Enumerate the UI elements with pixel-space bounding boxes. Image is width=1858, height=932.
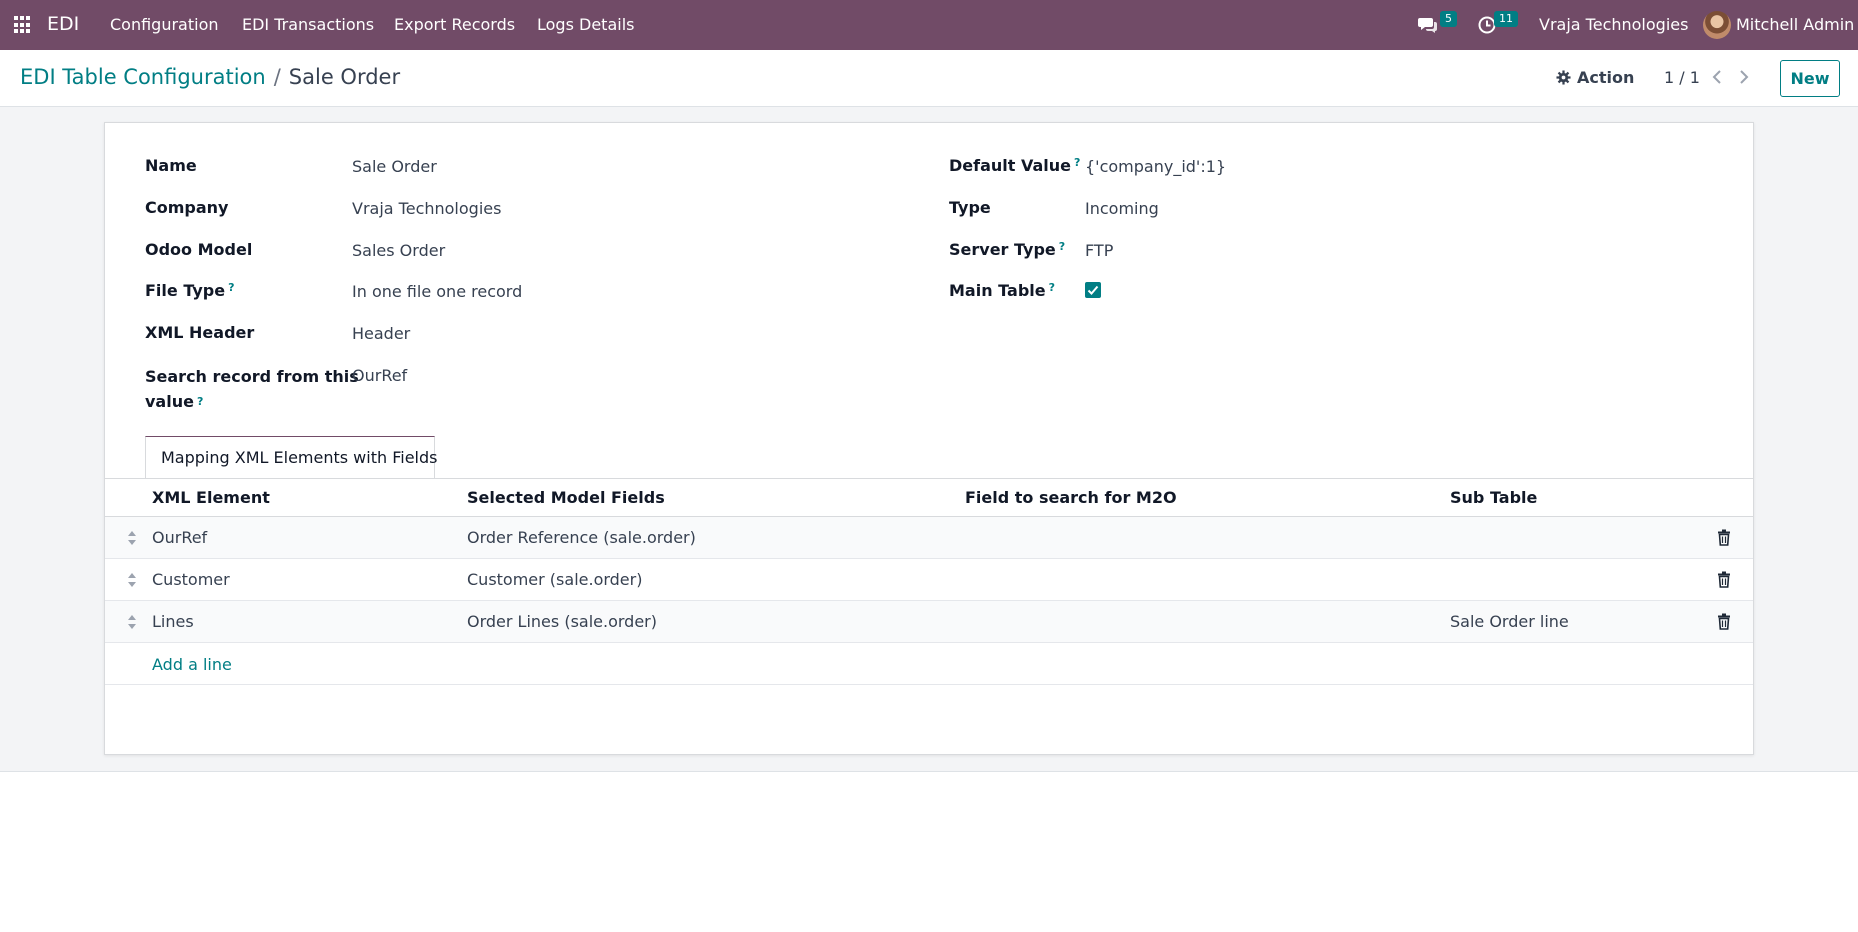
menu-configuration[interactable]: Configuration xyxy=(110,15,219,34)
odoo-model-field[interactable]: Sales Order xyxy=(352,241,445,260)
chevron-left-icon[interactable] xyxy=(1710,68,1724,86)
trash-icon[interactable] xyxy=(1717,529,1731,546)
menu-export-records[interactable]: Export Records xyxy=(394,15,515,34)
file-type-help-icon[interactable]: ? xyxy=(228,281,234,294)
top-navbar: EDI Configuration EDI Transactions Expor… xyxy=(0,0,1858,50)
name-field[interactable]: Sale Order xyxy=(352,157,437,176)
column-field-to-search-m2o[interactable]: Field to search for M2O xyxy=(965,488,1177,507)
breadcrumb-separator: / xyxy=(273,65,281,89)
menu-logs-details[interactable]: Logs Details xyxy=(537,15,634,34)
mapping-table-header: XML Element Selected Model Fields Field … xyxy=(105,479,1753,517)
activities-count-badge: 11 xyxy=(1494,11,1518,27)
company-switcher[interactable]: Vraja Technologies xyxy=(1539,15,1688,34)
main-table-label: Main Table? xyxy=(949,281,1055,300)
xml-header-label: XML Header xyxy=(145,323,255,342)
default-value-label: Default Value? xyxy=(949,156,1081,175)
table-row[interactable]: OurRef Order Reference (sale.order) xyxy=(105,517,1753,559)
messages-count-badge: 5 xyxy=(1440,11,1457,27)
server-type-field[interactable]: FTP xyxy=(1085,241,1113,260)
row-model-field[interactable]: Customer (sale.order) xyxy=(467,570,642,589)
default-value-field[interactable]: {'company_id':1} xyxy=(1085,157,1226,176)
control-panel: EDI Table Configuration / Sale Order Actio… xyxy=(0,50,1858,107)
breadcrumb-parent-link[interactable]: EDI Table Configuration xyxy=(20,65,266,89)
tab-mapping-xml-elements[interactable]: Mapping XML Elements with Fields xyxy=(145,436,437,479)
new-record-button[interactable]: New xyxy=(1780,60,1840,97)
type-label: Type xyxy=(949,198,991,217)
odoo-model-label: Odoo Model xyxy=(145,240,253,259)
action-menu-button[interactable]: Action xyxy=(1556,68,1634,87)
breadcrumb: EDI Table Configuration / Sale Order xyxy=(20,65,400,89)
pager-value[interactable]: 1 / 1 xyxy=(1664,68,1700,87)
row-model-field[interactable]: Order Lines (sale.order) xyxy=(467,612,657,631)
row-xml-element[interactable]: Customer xyxy=(152,570,230,589)
user-avatar[interactable] xyxy=(1703,11,1731,39)
type-field[interactable]: Incoming xyxy=(1085,199,1159,218)
add-line-link[interactable]: Add a line xyxy=(152,655,232,674)
company-field[interactable]: Vraja Technologies xyxy=(352,199,501,218)
column-sub-table[interactable]: Sub Table xyxy=(1450,488,1537,507)
table-row[interactable]: Lines Order Lines (sale.order) Sale Orde… xyxy=(105,601,1753,643)
checkmark-icon xyxy=(1087,285,1099,295)
drag-handle-icon[interactable] xyxy=(127,614,137,630)
main-table-help-icon[interactable]: ? xyxy=(1049,281,1055,294)
search-record-label: Search record from this value? xyxy=(145,367,359,411)
xml-header-field[interactable]: Header xyxy=(352,324,410,343)
column-xml-element[interactable]: XML Element xyxy=(152,488,270,507)
app-brand[interactable]: EDI xyxy=(47,13,79,35)
add-line-row xyxy=(105,645,1753,685)
app-grid-icon[interactable] xyxy=(14,16,32,34)
default-value-help-icon[interactable]: ? xyxy=(1074,156,1080,169)
table-row[interactable]: Customer Customer (sale.order) xyxy=(105,559,1753,601)
server-type-help-icon[interactable]: ? xyxy=(1059,240,1065,253)
breadcrumb-current: Sale Order xyxy=(288,65,401,89)
gear-icon xyxy=(1556,70,1571,85)
search-record-help-icon[interactable]: ? xyxy=(197,395,203,408)
action-label: Action xyxy=(1577,68,1635,87)
main-table-checkbox[interactable] xyxy=(1085,282,1101,298)
chat-bubbles-icon[interactable] xyxy=(1418,16,1438,34)
drag-handle-icon[interactable] xyxy=(127,530,137,546)
file-type-field[interactable]: In one file one record xyxy=(352,282,522,301)
drag-handle-icon[interactable] xyxy=(127,572,137,588)
row-model-field[interactable]: Order Reference (sale.order) xyxy=(467,528,696,547)
server-type-label: Server Type? xyxy=(949,240,1066,259)
column-selected-model-fields[interactable]: Selected Model Fields xyxy=(467,488,665,507)
menu-edi-transactions[interactable]: EDI Transactions xyxy=(242,15,374,34)
file-type-label: File Type? xyxy=(145,281,235,300)
company-label: Company xyxy=(145,198,229,217)
user-menu[interactable]: Mitchell Admin xyxy=(1736,15,1854,34)
name-label: Name xyxy=(145,156,197,175)
row-xml-element[interactable]: OurRef xyxy=(152,528,207,547)
row-sub-table[interactable]: Sale Order line xyxy=(1450,612,1569,631)
search-record-field[interactable]: OurRef xyxy=(352,366,407,385)
trash-icon[interactable] xyxy=(1717,571,1731,588)
row-xml-element[interactable]: Lines xyxy=(152,612,194,631)
chevron-right-icon[interactable] xyxy=(1737,68,1751,86)
trash-icon[interactable] xyxy=(1717,613,1731,630)
